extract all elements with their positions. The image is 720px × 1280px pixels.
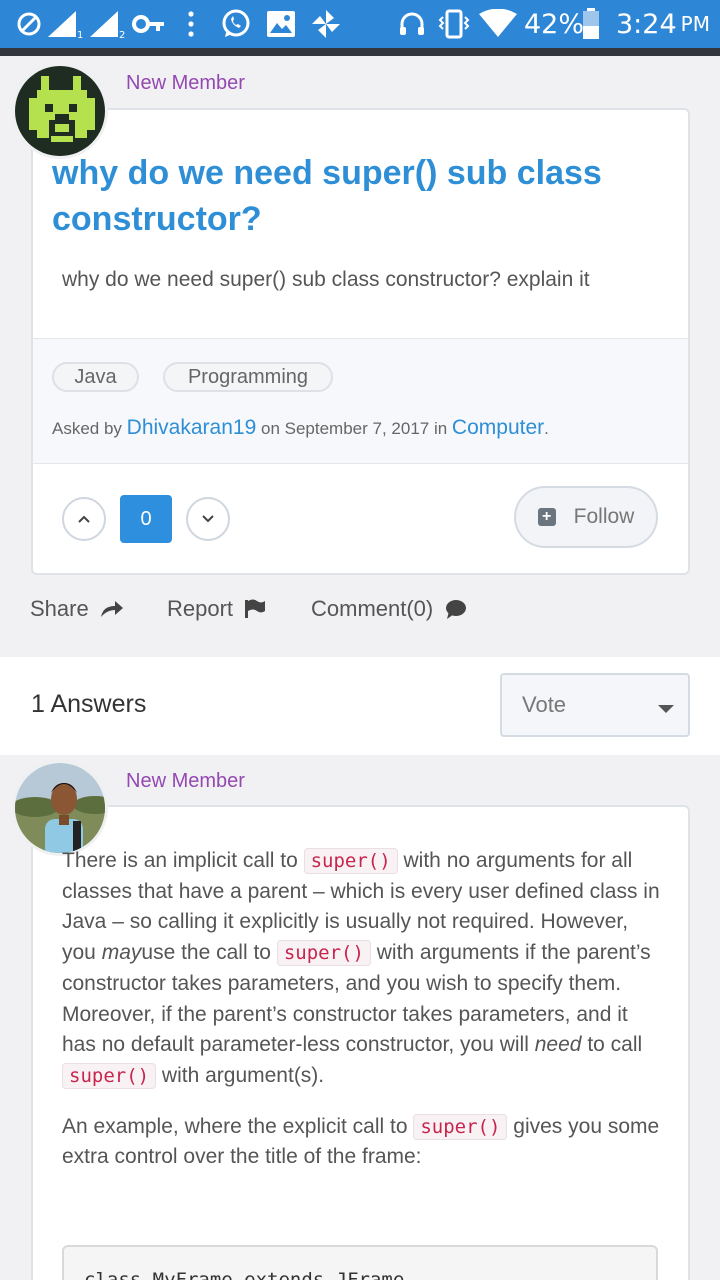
sort-select[interactable]: Vote	[500, 673, 690, 737]
tag-programming[interactable]: Programming	[163, 362, 333, 392]
answer-member-badge: New Member	[126, 770, 245, 792]
downvote-button[interactable]	[186, 497, 230, 541]
battery-percent: 42%	[524, 8, 585, 40]
question-title[interactable]: why do we need super() sub class constru…	[52, 150, 672, 242]
share-arrow-icon	[100, 601, 123, 617]
battery-icon	[582, 0, 600, 48]
question-asked-line: Asked by Dhivakaran19 on September 7, 20…	[52, 416, 549, 439]
status-bar: 1 2 42% 3:24 PM	[0, 0, 720, 56]
wifi-icon	[478, 0, 518, 48]
chevron-up-icon	[78, 515, 90, 523]
inline-code: super()	[276, 940, 371, 967]
clock: 3:24 PM	[616, 8, 710, 40]
vote-count: 0	[120, 495, 172, 543]
svg-text:1: 1	[77, 30, 83, 39]
key-icon	[132, 0, 166, 48]
question-member-badge: New Member	[126, 72, 245, 94]
answer-paragraph-2: An example, where the explicit call to s…	[62, 1113, 660, 1169]
plus-icon: +	[537, 508, 556, 526]
upvote-button[interactable]	[62, 497, 106, 541]
category-link[interactable]: Computer	[452, 416, 544, 439]
vibrate-icon	[438, 0, 470, 48]
answer-author-avatar[interactable]	[12, 760, 108, 856]
answer-paragraph-1: There is an implicit call to super() wit…	[62, 848, 660, 1089]
author-link[interactable]: Dhivakaran19	[127, 416, 257, 439]
answers-count: 1 Answers	[31, 690, 147, 718]
answer-body: There is an implicit call to super() wit…	[62, 846, 662, 1193]
status-bar-shadow	[0, 48, 720, 56]
chevron-down-icon	[202, 515, 214, 523]
report-button[interactable]: Report	[167, 596, 267, 622]
inline-code: super()	[62, 1062, 157, 1089]
caret-down-icon	[658, 705, 674, 713]
inline-code: super()	[303, 848, 398, 874]
more-vert-icon	[186, 0, 196, 48]
gallery-icon	[266, 0, 296, 48]
code-block[interactable]: class MyFrame extends JFrame	[62, 1245, 658, 1280]
svg-text:2: 2	[119, 30, 125, 39]
share-button[interactable]: Share	[30, 596, 125, 622]
flag-icon	[245, 599, 266, 618]
signal-sim2-icon: 2	[88, 0, 128, 48]
question-body: why do we need super() sub class constru…	[62, 268, 590, 291]
comment-button[interactable]: Comment(0)	[311, 596, 467, 622]
pinwheel-icon	[310, 0, 342, 48]
tag-java[interactable]: Java	[52, 362, 139, 392]
inline-code: super()	[413, 1113, 508, 1140]
follow-button[interactable]: + Follow	[514, 486, 658, 548]
question-author-avatar[interactable]	[12, 63, 108, 159]
code-line: class MyFrame extends JFrame	[84, 1269, 405, 1280]
comment-bubble-icon	[446, 600, 467, 619]
whatsapp-icon	[220, 0, 252, 48]
question-meta-panel	[33, 338, 688, 464]
blocked-icon	[16, 0, 42, 48]
headset-icon	[398, 0, 428, 48]
signal-sim1-icon: 1	[46, 0, 86, 48]
